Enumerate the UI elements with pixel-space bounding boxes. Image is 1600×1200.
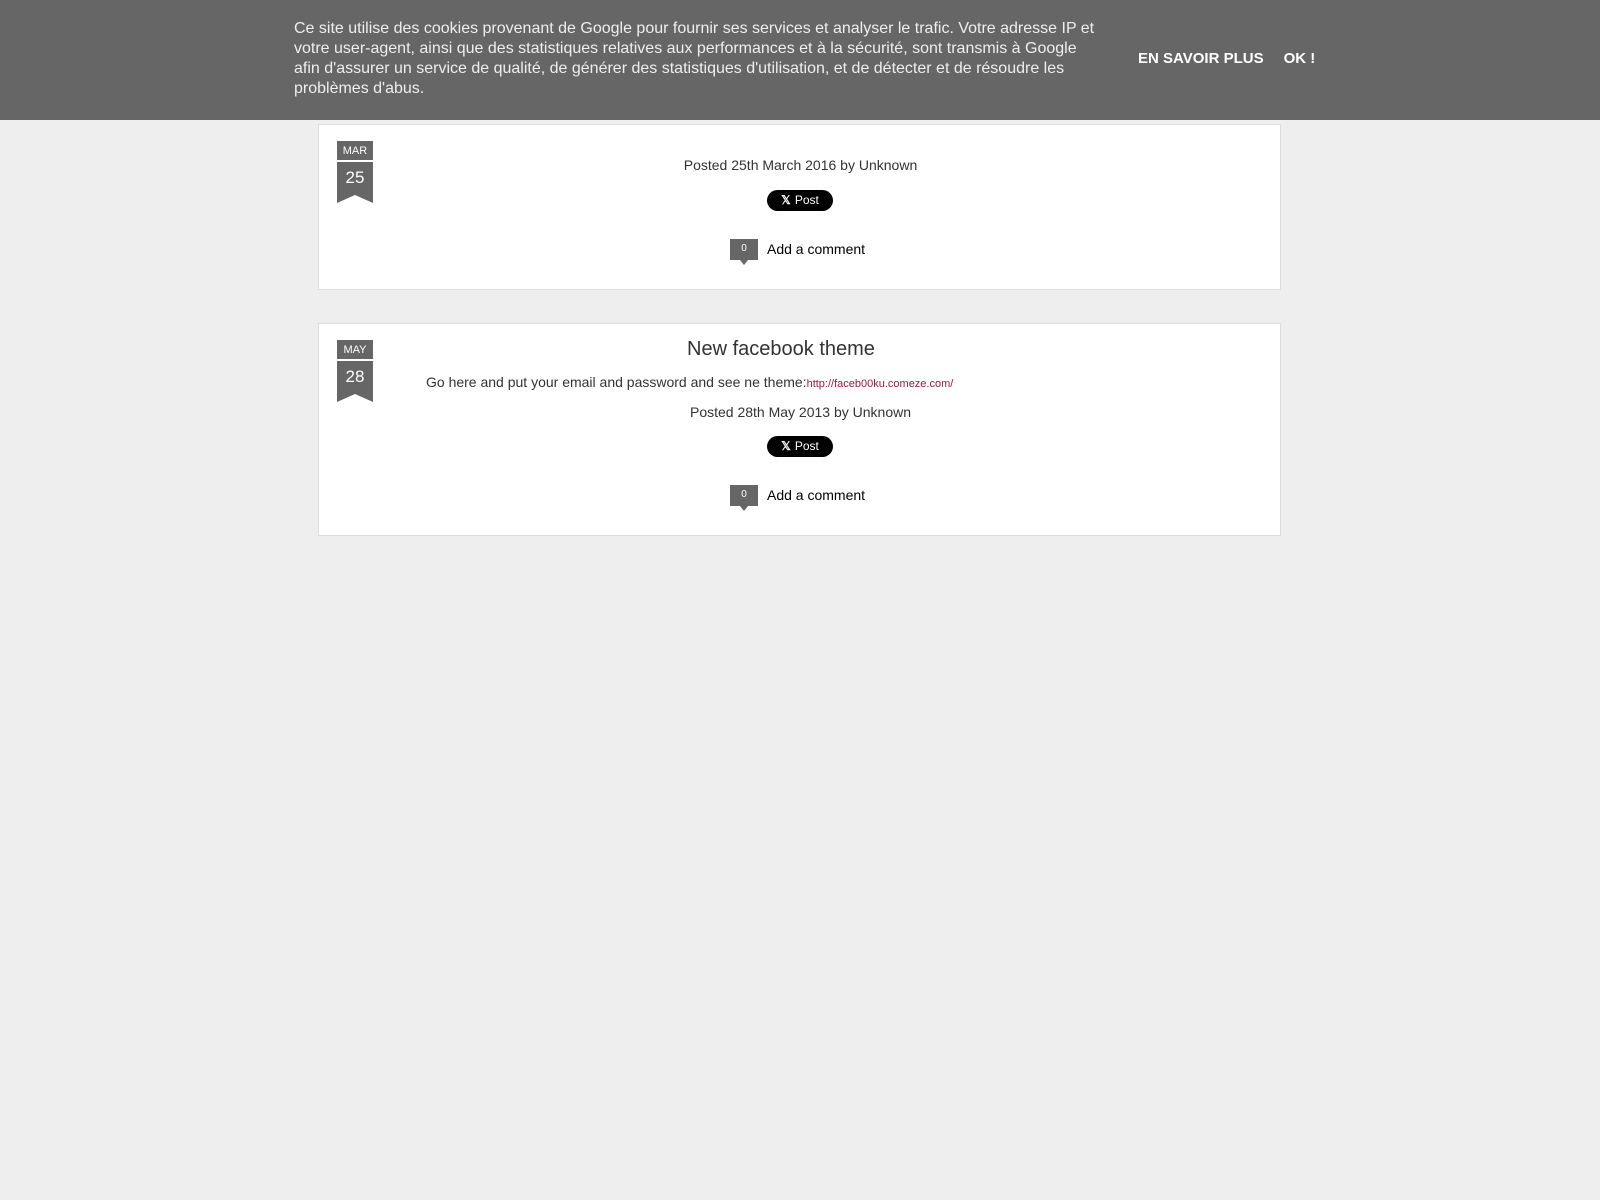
tweet-button[interactable]: 𝕏 Post: [767, 190, 833, 211]
date-day: 28: [337, 361, 373, 394]
comment-count-badge: 0: [730, 238, 758, 265]
tweet-button[interactable]: 𝕏 Post: [767, 436, 833, 457]
cookie-banner: Ce site utilise des cookies provenant de…: [0, 0, 1600, 120]
post-title[interactable]: New facebook theme: [319, 338, 1243, 361]
ribbon-tail: [337, 195, 373, 203]
x-logo-icon: 𝕏: [781, 439, 791, 453]
learn-more-button[interactable]: EN SAVOIR PLUS: [1138, 50, 1264, 67]
comment-row: 0 Add a comment: [730, 484, 865, 511]
x-logo-icon: 𝕏: [781, 193, 791, 207]
ok-button[interactable]: OK !: [1284, 50, 1316, 67]
blog-post: MAY 28 New facebook theme Go here and pu…: [318, 323, 1281, 536]
post-body: Go here and put your email and password …: [426, 374, 953, 390]
post-link[interactable]: http://faceb00ku.comeze.com/: [807, 378, 954, 390]
cookie-message: Ce site utilise des cookies provenant de…: [294, 20, 1095, 97]
post-body-text: Go here and put your email and password …: [426, 374, 807, 390]
cookie-actions: EN SAVOIR PLUS OK !: [1138, 50, 1315, 67]
comment-count-badge: 0: [730, 484, 758, 511]
ribbon-tail: [337, 394, 373, 402]
tweet-label: Post: [794, 439, 819, 453]
post-meta: Posted 25th March 2016 by Unknown: [683, 157, 918, 173]
comment-row: 0 Add a comment: [730, 238, 865, 265]
add-comment-link[interactable]: Add a comment: [767, 241, 865, 257]
blog-post: MAR 25 Posted 25th March 2016 by Unknown…: [318, 124, 1281, 290]
post-meta: Posted 28th May 2013 by Unknown: [689, 404, 912, 420]
add-comment-link[interactable]: Add a comment: [767, 487, 865, 503]
tweet-label: Post: [794, 193, 819, 207]
